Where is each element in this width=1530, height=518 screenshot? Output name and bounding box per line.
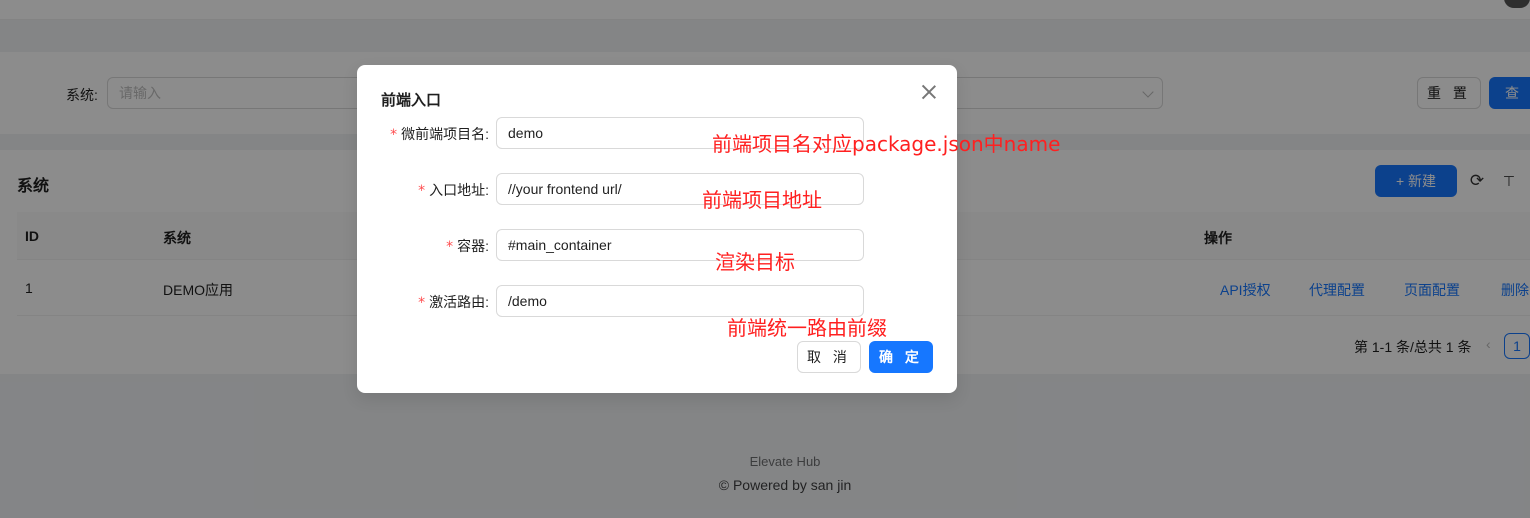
field-label-project-name: * 微前端项目名:	[390, 124, 489, 144]
field-label-entry-url: * 入口地址:	[418, 180, 489, 200]
modal-title: 前端入口	[381, 92, 442, 109]
annotation-container: 渲染目标	[715, 250, 795, 274]
required-mark: *	[418, 183, 426, 199]
field-label-container: * 容器:	[446, 236, 489, 256]
field-label-text: 微前端项目名:	[401, 126, 489, 142]
annotation-project-name: 前端项目名对应package.json中name	[712, 132, 1061, 156]
required-mark: *	[446, 239, 454, 255]
container-input[interactable]: #main_container	[496, 229, 864, 261]
annotation-route-prefix: 前端统一路由前缀	[727, 316, 887, 340]
annotation-entry-url: 前端项目地址	[702, 188, 822, 212]
field-label-text: 容器:	[457, 238, 489, 254]
required-mark: *	[418, 295, 426, 311]
field-label-active-route: * 激活路由:	[418, 292, 489, 312]
field-label-text: 激活路由:	[429, 294, 489, 310]
close-icon[interactable]	[919, 82, 939, 102]
confirm-button[interactable]: 确 定	[869, 341, 933, 373]
frontend-entry-modal: 前端入口 * 微前端项目名: demo * 入口地址: //your fronten…	[357, 65, 957, 393]
required-mark: *	[390, 127, 398, 143]
field-label-text: 入口地址:	[429, 182, 489, 198]
cancel-button[interactable]: 取 消	[797, 341, 861, 373]
